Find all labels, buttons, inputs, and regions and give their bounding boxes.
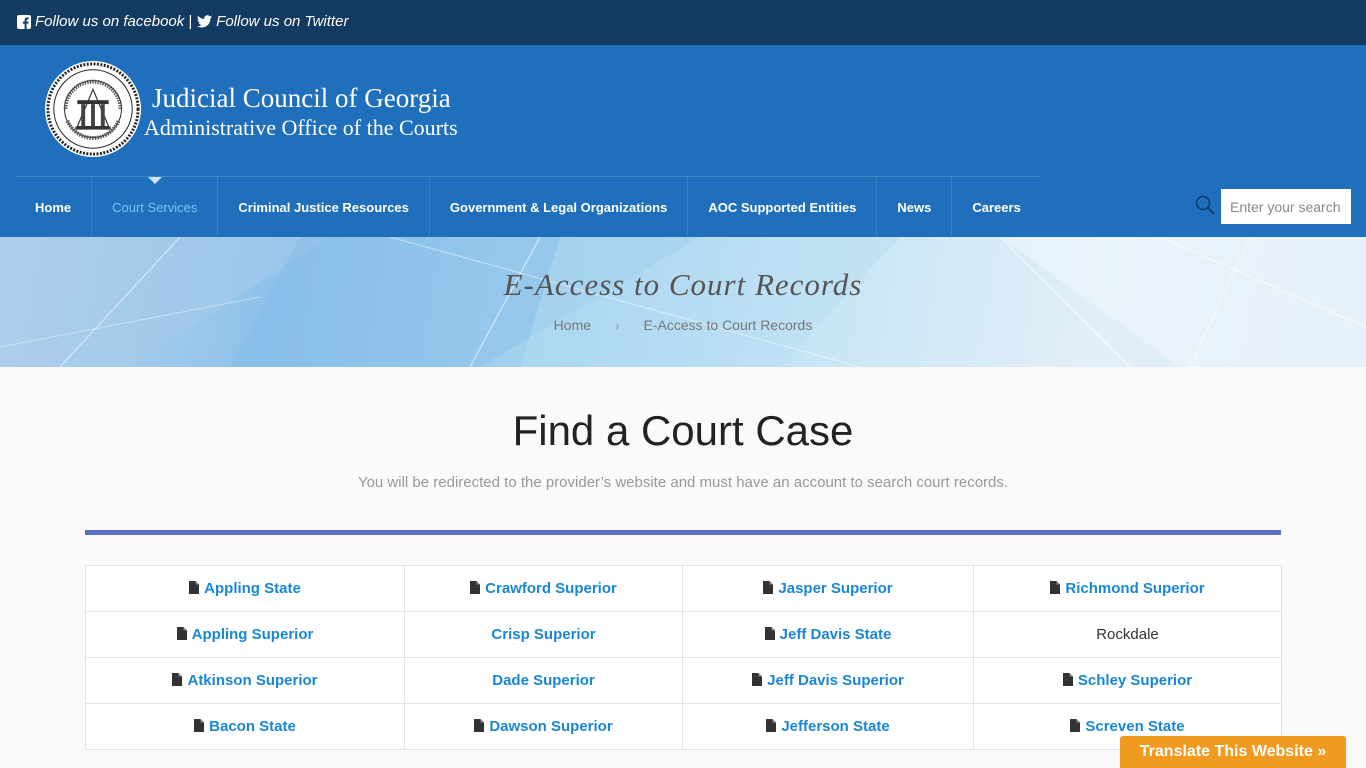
court-name-label: Rockdale xyxy=(1096,626,1159,643)
nav-item-government-legal-organizations[interactable]: Government & Legal Organizations xyxy=(430,177,689,237)
document-icon xyxy=(1050,581,1061,594)
court-link[interactable]: Atkinson Superior xyxy=(85,657,405,704)
nav-item-news[interactable]: News xyxy=(877,177,953,237)
chevron-right-icon: › xyxy=(614,317,620,333)
table-row: Bacon State Dawson Superior Jefferson St… xyxy=(85,703,1282,750)
court-link[interactable]: Crawford Superior xyxy=(404,565,683,612)
court-link-label: Appling State xyxy=(204,580,301,597)
social-separator: | xyxy=(188,13,193,30)
document-icon xyxy=(1070,719,1081,732)
twitter-label: Follow us on Twitter xyxy=(216,13,349,30)
nav-item-careers[interactable]: Careers xyxy=(952,177,1040,237)
translate-website-button[interactable]: Translate This Website » xyxy=(1120,736,1346,768)
court-link[interactable]: Jeff Davis State xyxy=(682,611,974,658)
facebook-link[interactable]: Follow us on facebook xyxy=(17,13,184,30)
court-link-label: Jeff Davis Superior xyxy=(767,672,904,689)
table-row: Appling State Crawford Superior Jasper S… xyxy=(85,565,1282,612)
document-icon xyxy=(189,581,200,594)
georgia-seal-logo[interactable] xyxy=(44,60,142,158)
org-name[interactable]: Judicial Council of Georgia xyxy=(152,83,451,114)
twitter-link[interactable]: Follow us on Twitter xyxy=(197,13,348,30)
court-link-label: Jeff Davis State xyxy=(779,626,892,643)
court-link-label: Richmond Superior xyxy=(1065,580,1205,597)
twitter-icon xyxy=(197,15,213,28)
court-link-label: Crisp Superior xyxy=(491,626,596,643)
court-link-label: Dade Superior xyxy=(492,672,595,689)
court-link[interactable]: Dade Superior xyxy=(404,657,683,704)
document-icon xyxy=(474,719,485,732)
section-divider xyxy=(85,530,1281,535)
breadcrumb: Home › E-Access to Court Records xyxy=(0,317,1366,333)
breadcrumb-current: E-Access to Court Records xyxy=(643,317,813,333)
document-icon xyxy=(176,627,187,640)
document-icon xyxy=(764,627,775,640)
table-row: Atkinson Superior Dade Superior Jeff Dav… xyxy=(85,657,1282,704)
court-link[interactable]: Crisp Superior xyxy=(404,611,683,658)
court-link[interactable]: Jasper Superior xyxy=(682,565,974,612)
table-row: Appling Superior Crisp Superior Jeff Dav… xyxy=(85,611,1282,658)
court-link[interactable]: Richmond Superior xyxy=(973,565,1282,612)
facebook-icon xyxy=(17,14,31,29)
court-link[interactable]: Jeff Davis Superior xyxy=(682,657,974,704)
court-link-label: Crawford Superior xyxy=(485,580,617,597)
document-icon xyxy=(766,719,777,732)
court-link-label: Jefferson State xyxy=(781,718,890,735)
search-icon[interactable] xyxy=(1195,195,1215,215)
breadcrumb-home[interactable]: Home xyxy=(554,317,591,333)
document-icon xyxy=(752,673,763,686)
courts-table: Appling State Crawford Superior Jasper S… xyxy=(85,565,1282,750)
court-link-label: Bacon State xyxy=(209,718,296,735)
document-icon xyxy=(470,581,481,594)
nav-item-court-services[interactable]: Court Services xyxy=(92,177,219,237)
document-icon xyxy=(763,581,774,594)
court-name: Rockdale xyxy=(973,611,1282,658)
top-social-bar: Follow us on facebook | Follow us on Twi… xyxy=(0,0,1366,45)
court-link[interactable]: Schley Superior xyxy=(973,657,1282,704)
section-subtitle: You will be redirected to the provider’s… xyxy=(357,474,1009,491)
site-header: Judicial Council of Georgia Administrati… xyxy=(0,45,1366,237)
court-link-label: Schley Superior xyxy=(1077,672,1193,689)
court-link-label: Atkinson Superior xyxy=(187,672,318,689)
document-icon xyxy=(1062,673,1073,686)
nav-item-criminal-justice-resources[interactable]: Criminal Justice Resources xyxy=(218,177,430,237)
search-input[interactable] xyxy=(1221,189,1351,224)
nav-item-home[interactable]: Home xyxy=(15,177,93,237)
nav-item-aoc-supported-entities[interactable]: AOC Supported Entities xyxy=(688,177,878,237)
court-link[interactable]: Appling State xyxy=(85,565,405,612)
org-subtitle[interactable]: Administrative Office of the Courts xyxy=(144,115,458,141)
facebook-label: Follow us on facebook xyxy=(35,13,185,30)
page-title: E-Access to Court Records xyxy=(503,267,863,302)
social-links: Follow us on facebook | Follow us on Twi… xyxy=(17,13,348,30)
court-link[interactable]: Jefferson State xyxy=(682,703,974,750)
court-link[interactable]: Bacon State xyxy=(85,703,405,750)
court-link-label: Dawson Superior xyxy=(489,718,613,735)
document-icon xyxy=(194,719,205,732)
court-link[interactable]: Dawson Superior xyxy=(404,703,683,750)
court-link[interactable]: Appling Superior xyxy=(85,611,405,658)
section-title: Find a Court Case xyxy=(512,407,854,454)
court-link-label: Screven State xyxy=(1085,718,1185,735)
document-icon xyxy=(172,673,183,686)
main-nav: Home Court Services Criminal Justice Res… xyxy=(15,176,1041,237)
court-link-label: Appling Superior xyxy=(191,626,314,643)
page-banner: E-Access to Court Records Home › E-Acces… xyxy=(0,237,1366,367)
court-link-label: Jasper Superior xyxy=(778,580,893,597)
